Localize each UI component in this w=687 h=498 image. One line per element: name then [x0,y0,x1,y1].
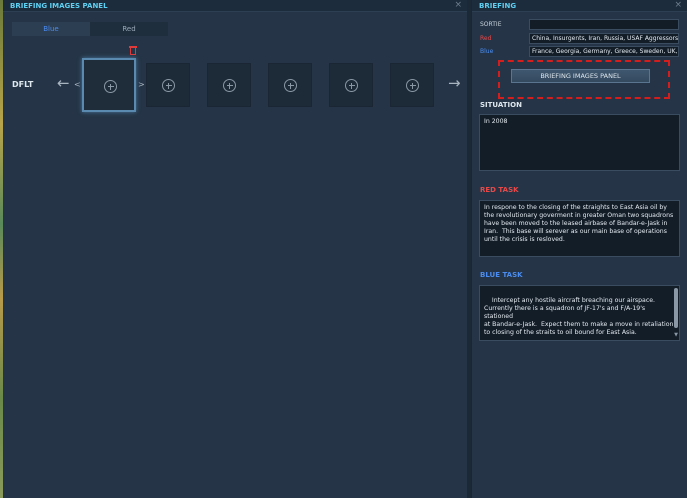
blue-task-title: BLUE TASK [480,271,523,279]
scroll-down-icon[interactable]: ▼ [674,331,678,339]
images-panel-title: BRIEFING IMAGES PANEL [10,2,108,10]
briefing-images-panel-button[interactable]: BRIEFING IMAGES PANEL [511,69,650,83]
chevron-left-icon[interactable]: < [74,80,81,89]
sortie-label: SORTIE [480,21,502,28]
add-image-icon [223,79,236,92]
briefing-images-panel: BRIEFING IMAGES PANEL × Blue Red DFLT ← … [3,0,467,498]
image-slot-5[interactable] [329,63,373,107]
briefing-panel: BRIEFING × SORTIE Red China, Insurgents,… [471,0,687,498]
row-label-dflt: DFLT [12,80,34,89]
image-slot-1[interactable] [82,58,136,112]
close-icon[interactable]: × [674,0,682,10]
add-image-icon [406,79,419,92]
briefing-titlebar: BRIEFING × [472,0,687,12]
coalition-tabs: Blue Red [12,22,168,36]
tab-blue[interactable]: Blue [12,22,90,36]
red-coalition-field[interactable]: China, Insurgents, Iran, Russia, USAF Ag… [529,33,679,44]
add-image-icon [345,79,358,92]
blue-task-text: Intercept any hostile aircraft breaching… [484,297,674,336]
red-task-title: RED TASK [480,186,519,194]
arrow-left-icon[interactable]: ← [57,76,70,91]
trash-icon[interactable] [129,46,137,55]
add-image-icon [162,79,175,92]
red-coalition-label: Red [480,35,492,42]
chevron-right-icon[interactable]: > [138,80,145,89]
situation-textarea[interactable]: In 2008 [479,114,680,171]
image-slot-6[interactable] [390,63,434,107]
situation-title: SITUATION [480,101,522,109]
arrow-right-icon[interactable]: → [448,76,461,91]
images-panel-titlebar: BRIEFING IMAGES PANEL × [3,0,467,12]
add-image-icon [284,79,297,92]
image-slot-4[interactable] [268,63,312,107]
blue-coalition-field[interactable]: France, Georgia, Germany, Greece, Sweden… [529,46,679,57]
tab-red[interactable]: Red [90,22,168,36]
image-slot-2[interactable] [146,63,190,107]
red-task-textarea[interactable]: In respone to the closing of the straigh… [479,200,680,257]
image-slot-3[interactable] [207,63,251,107]
briefing-title: BRIEFING [479,2,517,10]
close-icon[interactable]: × [454,0,462,10]
add-image-icon [104,80,117,93]
blue-coalition-label: Blue [480,48,494,55]
blue-task-textarea[interactable]: Intercept any hostile aircraft breaching… [479,285,680,341]
sortie-input[interactable] [529,19,679,30]
blue-task-scrollbar[interactable] [674,288,678,328]
